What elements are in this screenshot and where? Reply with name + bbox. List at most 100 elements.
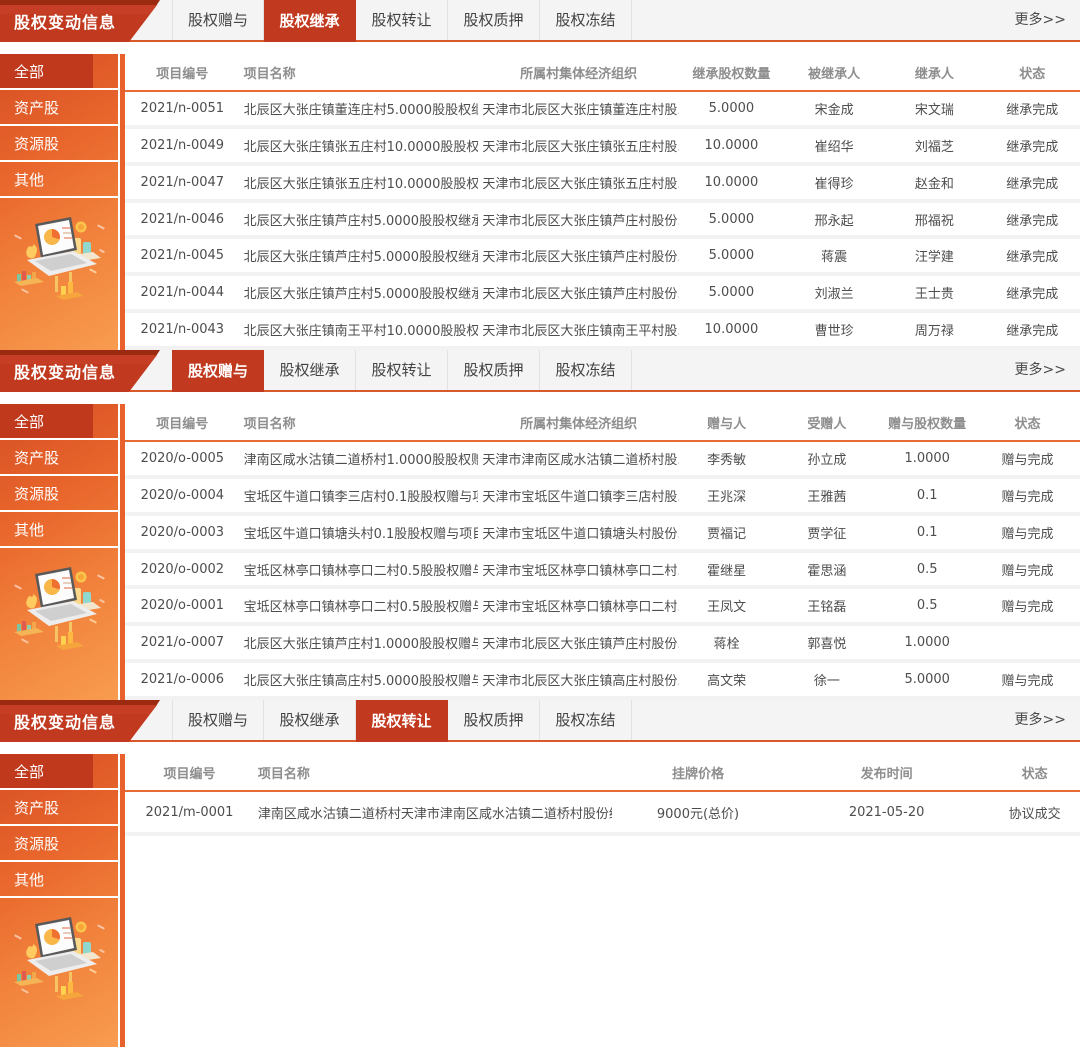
table-row[interactable]: 2021/n-0051北辰区大张庄镇董连庄村5.0000股股权继...天津市北辰… (125, 92, 1080, 129)
table-cell: 李秀敏 (679, 449, 775, 468)
equity-change-section: 股权变动信息 股权赠与股权继承股权转让股权质押股权冻结 更多>> 全部资产股资源股其他… (0, 0, 1080, 350)
section-body: 全部资产股资源股其他项目编号项目名称所属村集体经济组织赠与人受赠人赠与股权数量状… (0, 404, 1080, 700)
table-header-row: 项目编号项目名称所属村集体经济组织赠与人受赠人赠与股权数量状态 (125, 404, 1080, 442)
table-body: 2021/n-0051北辰区大张庄镇董连庄村5.0000股股权继...天津市北辰… (125, 92, 1080, 350)
tab-equity-pledge[interactable]: 股权质押 (448, 700, 540, 740)
column-header: 挂牌价格 (612, 763, 784, 782)
table-row[interactable]: 2021/o-0007北辰区大张庄镇芦庄村1.0000股股权赠与...天津市北辰… (125, 626, 1080, 663)
laptop-analytics-illustration (9, 564, 109, 658)
more-link[interactable]: 更多>> (1015, 700, 1066, 740)
table-row[interactable]: 2020/o-0002宝坻区林亭口镇林亭口二村0.5股股权赠与...天津市宝坻区… (125, 553, 1080, 590)
column-header: 项目编号 (125, 763, 254, 782)
sidebar-item-all[interactable]: 全部 (0, 754, 118, 790)
table-row[interactable]: 2020/o-0005津南区咸水沽镇二道桥村1.0000股股权赠...天津市津南… (125, 442, 1080, 479)
table-cell: 天津市津南区咸水沽镇二道桥村股... (478, 449, 679, 468)
table-cell: 津南区咸水沽镇二道桥村天津市津南区咸水沽镇二道桥村股份经... (254, 803, 612, 822)
column-header: 状态 (984, 63, 1080, 82)
table-cell: 9000元(总价) (612, 803, 784, 822)
tab-equity-transfer[interactable]: 股权转让 (356, 0, 448, 40)
section-title: 股权变动信息 (14, 9, 116, 33)
tab-equity-freeze[interactable]: 股权冻结 (540, 700, 632, 740)
section-gap (0, 42, 1080, 54)
sidebar-accent-strip (118, 404, 125, 700)
table-cell: 北辰区大张庄镇芦庄村1.0000股股权赠与... (240, 633, 479, 652)
sidebar-illustration (0, 548, 118, 700)
table-row[interactable]: 2021/n-0049北辰区大张庄镇张五庄村10.0000股股权继...天津市北… (125, 129, 1080, 166)
table-cell: 赠与完成 (975, 560, 1080, 579)
table-cell: 赠与完成 (975, 523, 1080, 542)
table-cell: 2021-05-20 (784, 805, 989, 820)
table-cell: 天津市北辰区大张庄镇张五庄村股... (478, 136, 679, 155)
column-header: 项目名称 (240, 413, 479, 432)
sidebar-item-other[interactable]: 其他 (0, 862, 118, 898)
category-sidebar: 全部资产股资源股其他 (0, 54, 118, 350)
table-cell: 10.0000 (679, 322, 784, 337)
tab-equity-gift[interactable]: 股权赠与 (172, 0, 264, 40)
data-table: 项目编号项目名称所属村集体经济组织赠与人受赠人赠与股权数量状态2020/o-00… (125, 404, 1080, 700)
table-cell: 赠与完成 (975, 596, 1080, 615)
tab-equity-transfer[interactable]: 股权转让 (356, 700, 448, 742)
table-cell: 北辰区大张庄镇高庄村5.0000股股权赠与... (240, 670, 479, 689)
sidebar-item-all[interactable]: 全部 (0, 54, 118, 90)
table-cell: 宝坻区林亭口镇林亭口二村0.5股股权赠与... (240, 596, 479, 615)
sidebar-item-asset-shares[interactable]: 资产股 (0, 440, 118, 476)
equity-change-section: 股权变动信息 股权赠与股权继承股权转让股权质押股权冻结 更多>> 全部资产股资源股其他… (0, 350, 1080, 700)
table-cell: 继承完成 (984, 246, 1080, 265)
table-row[interactable]: 2021/n-0045北辰区大张庄镇芦庄村5.0000股股权继承...天津市北辰… (125, 239, 1080, 276)
table-cell: 刘福芝 (884, 136, 984, 155)
sidebar-item-other[interactable]: 其他 (0, 512, 118, 548)
table-cell: 邢福祝 (884, 210, 984, 229)
section-title-ribbon: 股权变动信息 (0, 350, 160, 392)
table-cell: 2021/o-0007 (125, 635, 240, 650)
table-cell: 赠与完成 (975, 486, 1080, 505)
table-cell: 2020/o-0003 (125, 525, 240, 540)
table-cell: 协议成交 (989, 803, 1080, 822)
section-body: 全部资产股资源股其他项目编号项目名称挂牌价格发布时间状态2021/m-0001津… (0, 754, 1080, 1047)
sidebar-item-resource-shares[interactable]: 资源股 (0, 826, 118, 862)
tab-equity-freeze[interactable]: 股权冻结 (540, 350, 632, 390)
laptop-analytics-illustration (9, 214, 109, 308)
table-row[interactable]: 2021/m-0001津南区咸水沽镇二道桥村天津市津南区咸水沽镇二道桥村股份经.… (125, 792, 1080, 836)
table-cell: 2020/o-0001 (125, 598, 240, 613)
sidebar-item-all[interactable]: 全部 (0, 404, 118, 440)
table-cell: 北辰区大张庄镇南王平村10.0000股股权继... (240, 320, 479, 339)
section-title: 股权变动信息 (14, 359, 116, 383)
table-row[interactable]: 2020/o-0001宝坻区林亭口镇林亭口二村0.5股股权赠与...天津市宝坻区… (125, 589, 1080, 626)
table-row[interactable]: 2021/n-0046北辰区大张庄镇芦庄村5.0000股股权继承...天津市北辰… (125, 203, 1080, 240)
table-cell: 崔得珍 (784, 173, 884, 192)
tab-equity-inheritance[interactable]: 股权继承 (264, 0, 356, 42)
table-cell: 周万禄 (884, 320, 984, 339)
tab-equity-transfer[interactable]: 股权转让 (356, 350, 448, 390)
table-row[interactable]: 2021/n-0044北辰区大张庄镇芦庄村5.0000股股权继承...天津市北辰… (125, 276, 1080, 313)
table-cell: 霍思涵 (774, 560, 879, 579)
tab-equity-pledge[interactable]: 股权质押 (448, 0, 540, 40)
table-cell: 5.0000 (679, 212, 784, 227)
table-cell: 蒋栓 (679, 633, 775, 652)
tab-equity-gift[interactable]: 股权赠与 (172, 350, 264, 392)
table-row[interactable]: 2020/o-0003宝坻区牛道口镇塘头村0.1股股权赠与项目天津市宝坻区牛道口… (125, 516, 1080, 553)
sidebar-item-resource-shares[interactable]: 资源股 (0, 476, 118, 512)
tab-equity-freeze[interactable]: 股权冻结 (540, 0, 632, 40)
more-link[interactable]: 更多>> (1015, 0, 1066, 40)
table-row[interactable]: 2020/o-0004宝坻区牛道口镇李三店村0.1股股权赠与项目天津市宝坻区牛道… (125, 479, 1080, 516)
column-header: 受赠人 (774, 413, 879, 432)
sidebar-item-asset-shares[interactable]: 资产股 (0, 90, 118, 126)
table-row[interactable]: 2021/n-0047北辰区大张庄镇张五庄村10.0000股股权继...天津市北… (125, 166, 1080, 203)
sidebar-item-other[interactable]: 其他 (0, 162, 118, 198)
tab-equity-inheritance[interactable]: 股权继承 (264, 350, 356, 390)
column-header: 继承股权数量 (679, 63, 784, 82)
table-cell: 天津市北辰区大张庄镇张五庄村股... (478, 173, 679, 192)
laptop-analytics-illustration (9, 914, 109, 1008)
more-link[interactable]: 更多>> (1015, 350, 1066, 390)
tab-equity-inheritance[interactable]: 股权继承 (264, 700, 356, 740)
column-header: 项目编号 (125, 413, 240, 432)
table-row[interactable]: 2021/n-0043北辰区大张庄镇南王平村10.0000股股权继...天津市北… (125, 313, 1080, 350)
sidebar-item-resource-shares[interactable]: 资源股 (0, 126, 118, 162)
table-cell: 邢永起 (784, 210, 884, 229)
sidebar-item-asset-shares[interactable]: 资产股 (0, 790, 118, 826)
table-row[interactable]: 2021/o-0006北辰区大张庄镇高庄村5.0000股股权赠与...天津市北辰… (125, 663, 1080, 700)
equity-change-section: 股权变动信息股权赠与股权继承股权转让股权质押股权冻结更多>>全部资产股资源股其他… (0, 700, 1080, 1047)
table-cell: 天津市北辰区大张庄镇芦庄村股份... (478, 283, 679, 302)
tab-equity-gift[interactable]: 股权赠与 (172, 700, 264, 740)
tab-equity-pledge[interactable]: 股权质押 (448, 350, 540, 390)
